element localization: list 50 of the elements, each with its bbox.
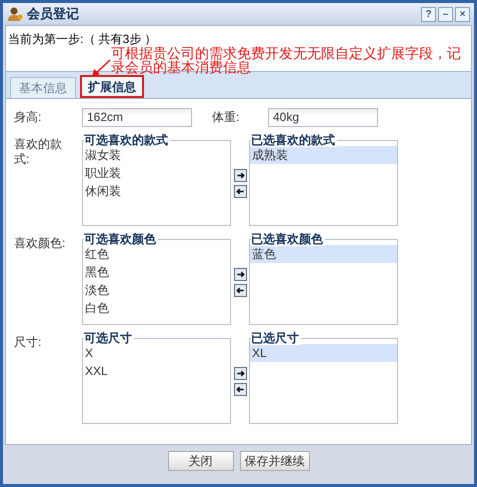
input-field[interactable]: 40kg — [268, 108, 378, 126]
list-item[interactable]: 成熟装 — [250, 146, 397, 164]
list-item[interactable]: 黑色 — [83, 263, 230, 281]
input-field[interactable]: 162cm — [82, 108, 192, 126]
window-title: 会员登记 — [27, 5, 79, 24]
move-left-button[interactable] — [234, 185, 246, 198]
help-button[interactable]: ? — [421, 6, 436, 22]
move-left-button[interactable] — [234, 383, 246, 396]
list-legend: 已选尺寸 — [251, 331, 301, 345]
list-legend: 可选喜欢的款式 — [84, 133, 170, 147]
move-right-button[interactable] — [234, 367, 246, 380]
field-label: 喜欢的款式: — [14, 136, 63, 168]
move-right-button[interactable] — [234, 169, 246, 182]
field-label: 尺寸: — [14, 334, 42, 351]
list-item[interactable]: 蓝色 — [250, 245, 397, 263]
list-legend: 可选喜欢颜色 — [84, 232, 158, 246]
tab[interactable]: 基本信息 — [10, 77, 76, 98]
arrow-right-icon — [234, 368, 246, 379]
person-icon — [7, 6, 23, 22]
step-text: 当前为第一步:（ 共有3步 ） — [8, 31, 157, 46]
list-item[interactable]: 红色 — [83, 245, 230, 263]
close-button[interactable]: × — [455, 6, 470, 22]
move-left-button[interactable] — [234, 284, 246, 297]
annotation-text: 录会员的基本消费信息 — [111, 60, 251, 74]
list-legend: 已选喜欢颜色 — [251, 232, 325, 246]
list-legend: 可选尺寸 — [84, 331, 134, 345]
arrow-right-icon — [234, 269, 246, 280]
close-dialog-button[interactable]: 关闭 — [168, 451, 234, 471]
list-item[interactable]: 淡色 — [83, 281, 230, 299]
list-item[interactable]: 休闲装 — [83, 182, 230, 200]
arrow-left-icon — [234, 285, 246, 296]
arrow-left-icon — [234, 186, 246, 197]
field-label: 身高: — [14, 109, 42, 126]
list-item[interactable]: XXL — [83, 362, 230, 380]
annotation-text: 可根据贵公司的需求免费开发无无限自定义扩展字段，记 — [111, 46, 461, 60]
list-item[interactable]: X — [83, 344, 230, 362]
field-label: 喜欢颜色: — [14, 235, 66, 252]
tab[interactable]: 扩展信息 — [80, 75, 144, 98]
list-item[interactable]: XL — [250, 344, 397, 362]
list-legend: 已选喜欢的款式 — [251, 133, 337, 147]
list-item[interactable]: 淑女装 — [83, 146, 230, 164]
annotation-arrow — [90, 58, 112, 78]
arrow-left-icon — [234, 384, 246, 395]
arrow-right-icon — [234, 170, 246, 181]
list-item[interactable]: 白色 — [83, 299, 230, 317]
move-right-button[interactable] — [234, 268, 246, 281]
save-continue-button[interactable]: 保存并继续 — [240, 451, 310, 471]
field-label: 体重: — [212, 109, 240, 126]
minimize-button[interactable]: – — [438, 6, 453, 22]
list-item[interactable]: 职业装 — [83, 164, 230, 182]
